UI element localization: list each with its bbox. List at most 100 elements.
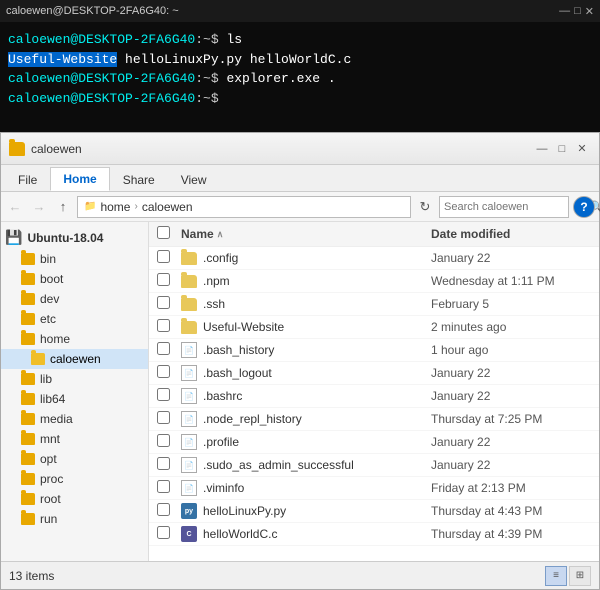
explorer-win-buttons[interactable]: — □ ✕ (533, 140, 591, 158)
file-checkbox-10[interactable] (157, 480, 170, 493)
table-row[interactable]: 📄 .node_repl_history Thursday at 7:25 PM (149, 408, 599, 431)
file-name: helloLinuxPy.py (203, 504, 286, 518)
file-checkbox-6[interactable] (157, 388, 170, 401)
file-checkbox-5[interactable] (157, 365, 170, 378)
file-check-5 (157, 365, 181, 381)
ribbon: File Home Share View (1, 165, 599, 192)
folder-icon-mnt (21, 433, 35, 445)
up-button[interactable]: ↑ (53, 197, 73, 217)
terminal-win-controls: — □ ✕ (559, 5, 594, 18)
sidebar-item-caloewen[interactable]: caloewen (1, 349, 148, 369)
sidebar-item-dev[interactable]: dev (1, 289, 148, 309)
col-header-date: Date modified (431, 227, 591, 241)
file-name-cell: 📄 .bash_logout (181, 365, 431, 381)
folder-icon-proc (21, 473, 35, 485)
doc-file-icon: 📄 (181, 457, 197, 473)
sidebar-item-run[interactable]: run (1, 509, 148, 529)
table-row[interactable]: .config January 22 (149, 247, 599, 270)
file-check-1 (157, 273, 181, 289)
sidebar-item-root[interactable]: root (1, 489, 148, 509)
sidebar-label-home: home (40, 332, 70, 346)
file-date-cell: January 22 (431, 435, 591, 449)
folder-icon-caloewen (31, 353, 45, 365)
sidebar-item-proc[interactable]: proc (1, 469, 148, 489)
file-check-8 (157, 434, 181, 450)
tab-file[interactable]: File (5, 168, 50, 191)
sidebar-item-media[interactable]: media (1, 409, 148, 429)
file-checkbox-0[interactable] (157, 250, 170, 263)
file-date-cell: January 22 (431, 458, 591, 472)
tab-home[interactable]: Home (50, 167, 109, 191)
table-row[interactable]: .ssh February 5 (149, 293, 599, 316)
forward-button[interactable]: → (29, 197, 49, 217)
file-checkbox-3[interactable] (157, 319, 170, 332)
file-name: .bashrc (203, 389, 242, 403)
search-input[interactable] (444, 201, 586, 213)
table-row[interactable]: 📄 .bashrc January 22 (149, 385, 599, 408)
file-date-cell: Friday at 2:13 PM (431, 481, 591, 495)
folder-icon-dev (21, 293, 35, 305)
file-checkbox-4[interactable] (157, 342, 170, 355)
table-row[interactable]: Useful-Website 2 minutes ago (149, 316, 599, 339)
file-date-cell: January 22 (431, 366, 591, 380)
refresh-button[interactable]: ↻ (415, 197, 435, 217)
table-row[interactable]: 📄 .viminfo Friday at 2:13 PM (149, 477, 599, 500)
sidebar-item-boot[interactable]: boot (1, 269, 148, 289)
file-name: .node_repl_history (203, 412, 302, 426)
term-highlight: Useful-Website (8, 52, 117, 67)
file-checkbox-9[interactable] (157, 457, 170, 470)
file-name: .bash_history (203, 343, 274, 357)
tab-share[interactable]: Share (110, 168, 168, 191)
file-name-cell: 📄 .profile (181, 434, 431, 450)
term-line-1: caloewen@DESKTOP-2FA6G40:~$ ls (8, 30, 592, 50)
file-checkbox-7[interactable] (157, 411, 170, 424)
sidebar-item-lib64[interactable]: lib64 (1, 389, 148, 409)
file-checkbox-1[interactable] (157, 273, 170, 286)
sidebar-item-bin[interactable]: bin (1, 249, 148, 269)
file-name-cell: .config (181, 251, 431, 265)
file-name-cell: Useful-Website (181, 320, 431, 334)
file-date-cell: Thursday at 4:39 PM (431, 527, 591, 541)
file-name-cell: py helloLinuxPy.py (181, 503, 431, 519)
file-list-header: Name ∧ Date modified (149, 222, 599, 247)
table-row[interactable]: .npm Wednesday at 1:11 PM (149, 270, 599, 293)
back-button[interactable]: ← (5, 197, 25, 217)
table-row[interactable]: C helloWorldC.c Thursday at 4:39 PM (149, 523, 599, 546)
file-checkbox-8[interactable] (157, 434, 170, 447)
table-row[interactable]: 📄 .bash_history 1 hour ago (149, 339, 599, 362)
sidebar-item-home[interactable]: home (1, 329, 148, 349)
doc-file-icon: 📄 (181, 388, 197, 404)
term-prompt-3: caloewen@DESKTOP-2FA6G40 (8, 91, 195, 106)
sidebar-item-lib[interactable]: lib (1, 369, 148, 389)
close-button[interactable]: ✕ (573, 140, 591, 158)
file-date-cell: 2 minutes ago (431, 320, 591, 334)
c-file-icon: C (181, 526, 197, 542)
maximize-button[interactable]: □ (553, 140, 571, 158)
file-name: .npm (203, 274, 230, 288)
term-line-4: caloewen@DESKTOP-2FA6G40:~$ (8, 89, 592, 109)
file-checkbox-12[interactable] (157, 526, 170, 539)
table-row[interactable]: 📄 .sudo_as_admin_successful January 22 (149, 454, 599, 477)
terminal: caloewen@DESKTOP-2FA6G40:~$ ls Useful-We… (0, 22, 600, 132)
sidebar-item-opt[interactable]: opt (1, 449, 148, 469)
sidebar-item-ubuntu[interactable]: 💾 Ubuntu-18.04 (1, 226, 148, 249)
tab-view[interactable]: View (168, 168, 220, 191)
view-details-button[interactable]: ≡ (545, 566, 567, 586)
table-row[interactable]: 📄 .bash_logout January 22 (149, 362, 599, 385)
file-checkbox-11[interactable] (157, 503, 170, 516)
table-row[interactable]: py helloLinuxPy.py Thursday at 4:43 PM (149, 500, 599, 523)
file-name: .profile (203, 435, 239, 449)
doc-file-icon: 📄 (181, 342, 197, 358)
folder-icon (181, 275, 197, 288)
address-path[interactable]: 📁 home › caloewen (77, 196, 411, 218)
help-button[interactable]: ? (573, 196, 595, 218)
view-tiles-button[interactable]: ⊞ (569, 566, 591, 586)
file-checkbox-2[interactable] (157, 296, 170, 309)
folder-icon (181, 252, 197, 265)
table-row[interactable]: 📄 .profile January 22 (149, 431, 599, 454)
sidebar-item-mnt[interactable]: mnt (1, 429, 148, 449)
select-all-checkbox[interactable] (157, 226, 170, 239)
sidebar-item-etc[interactable]: etc (1, 309, 148, 329)
col-header-name[interactable]: Name ∧ (181, 227, 431, 241)
minimize-button[interactable]: — (533, 140, 551, 158)
